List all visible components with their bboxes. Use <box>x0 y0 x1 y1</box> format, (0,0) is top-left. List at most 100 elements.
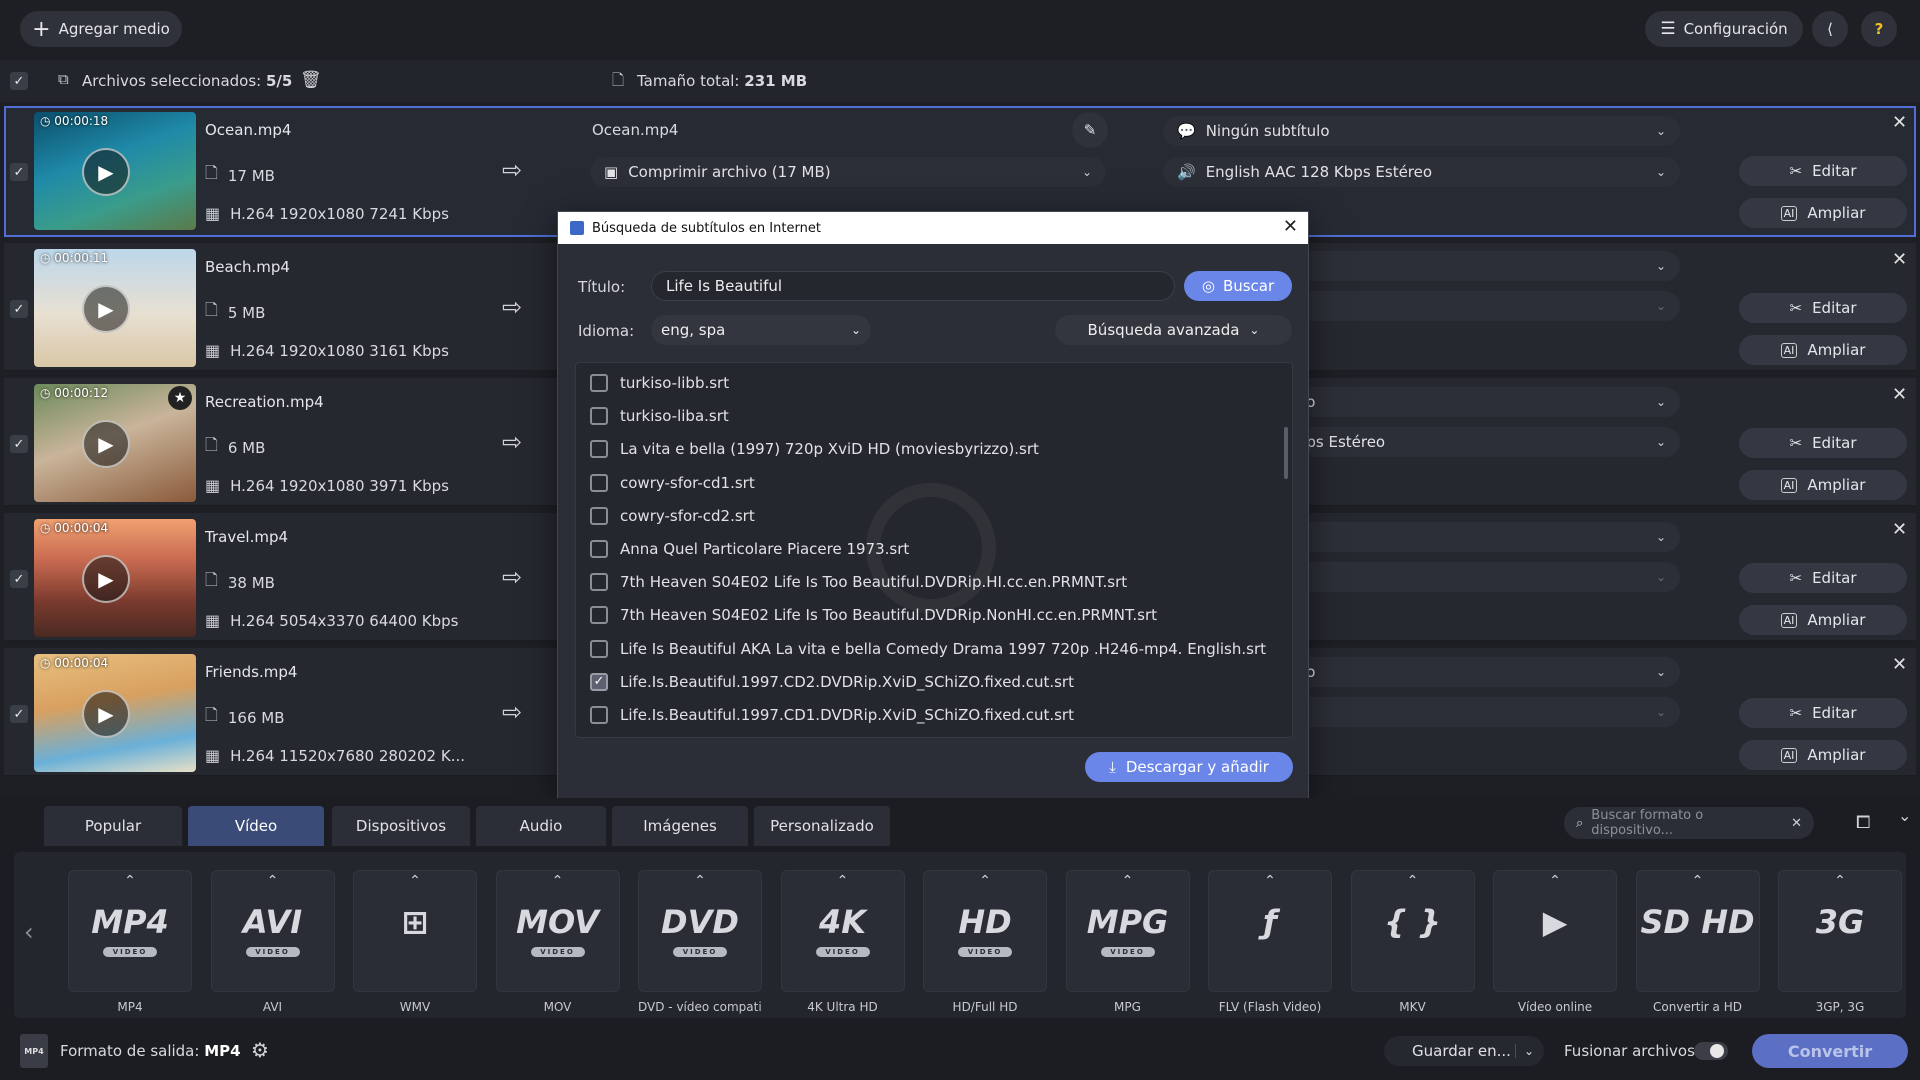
play-icon[interactable]: ▶ <box>82 555 130 603</box>
edit-button[interactable]: ✂ Editar <box>1739 563 1907 593</box>
remove-file-icon[interactable]: ✕ <box>1892 654 1907 675</box>
result-checkbox[interactable] <box>590 706 608 724</box>
format-tile[interactable]: ⌃ 4K VIDEO <box>780 870 905 992</box>
result-checkbox[interactable] <box>590 374 608 392</box>
format-tab[interactable]: Personalizado <box>754 806 890 846</box>
subtitle-result-item[interactable]: turkiso-liba.srt <box>590 404 729 428</box>
format-tile[interactable]: ⌃ ƒ <box>1208 870 1332 992</box>
share-button[interactable]: ⟨ <box>1812 11 1848 47</box>
play-icon[interactable]: ▶ <box>82 148 130 196</box>
file-checkbox[interactable]: ✓ <box>10 705 28 723</box>
format-tile[interactable]: ⌃ { } <box>1350 870 1475 992</box>
device-detect-icon[interactable]: ⧠ <box>1856 812 1870 833</box>
result-checkbox[interactable] <box>590 606 608 625</box>
format-tab[interactable]: Popular <box>44 806 182 846</box>
subtitle-result-item[interactable]: cowry-sfor-cd1.srt <box>590 471 755 495</box>
format-tab[interactable]: Vídeo <box>188 806 324 846</box>
subtitle-result-item[interactable]: La vita e bella (1997) 720p XviD HD (mov… <box>590 437 1039 461</box>
video-thumbnail[interactable]: ◷ 00:00:12 ▶ ★ <box>34 384 196 502</box>
format-tile[interactable]: ⌃ ▶ <box>1493 870 1617 992</box>
list-scrollbar[interactable] <box>1284 427 1288 479</box>
file-checkbox[interactable]: ✓ <box>10 300 28 318</box>
close-icon[interactable]: ✕ <box>1283 216 1298 237</box>
chevron-up-icon[interactable]: ⌃ <box>1209 873 1331 889</box>
subtitle-result-item[interactable]: turkiso-libb.srt <box>590 371 729 395</box>
format-tile[interactable]: ⌃ MOV VIDEO <box>495 870 620 992</box>
result-checkbox[interactable] <box>590 473 608 492</box>
chevron-up-icon[interactable]: ⌃ <box>782 873 904 889</box>
subtitle-result-item[interactable]: cowry-sfor-cd2.srt <box>590 504 755 528</box>
enlarge-button[interactable]: AI Ampliar <box>1739 740 1907 770</box>
remove-file-icon[interactable]: ✕ <box>1892 384 1907 405</box>
convert-button[interactable]: Convertir <box>1752 1034 1908 1068</box>
file-checkbox[interactable]: ✓ <box>10 435 28 453</box>
chevron-up-icon[interactable]: ⌃ <box>69 873 191 889</box>
result-checkbox[interactable] <box>590 440 608 459</box>
chevron-up-icon[interactable]: ⌃ <box>1067 873 1189 889</box>
format-search-input[interactable]: ⌕ Buscar formato o dispositivo... ✕ <box>1564 807 1814 839</box>
result-checkbox[interactable] <box>590 407 608 426</box>
enlarge-button[interactable]: AI Ampliar <box>1739 605 1907 635</box>
select-all-checkbox[interactable]: ✓ <box>10 72 28 90</box>
edit-button[interactable]: ✂ Editar <box>1739 156 1907 186</box>
scroll-left-icon[interactable]: ‹ <box>24 918 34 946</box>
format-tab[interactable]: Dispositivos <box>332 806 470 846</box>
audio-dropdown[interactable]: 🔊 English AAC 128 Kbps Estéreo ⌄ <box>1163 157 1680 187</box>
trash-icon[interactable]: 🗑 <box>300 70 322 90</box>
chevron-up-icon[interactable]: ⌃ <box>1779 873 1901 889</box>
rename-button[interactable]: ✎ <box>1072 112 1108 148</box>
format-tile[interactable]: ⌃ DVD VIDEO <box>638 870 762 992</box>
enlarge-button[interactable]: AI Ampliar <box>1739 335 1907 365</box>
format-tile[interactable]: ⌃ AVI VIDEO <box>210 870 335 992</box>
video-thumbnail[interactable]: ◷ 00:00:18 ▶ <box>34 112 196 230</box>
format-tile[interactable]: ⌃ HD VIDEO <box>923 870 1047 992</box>
download-add-button[interactable]: ⤓ Descargar y añadir <box>1085 752 1293 782</box>
advanced-search-button[interactable]: Búsqueda avanzada ⌄ <box>1055 315 1292 345</box>
edit-button[interactable]: ✂ Editar <box>1739 428 1907 458</box>
format-tile[interactable]: ⌃ MP4 VIDEO <box>68 870 192 992</box>
subtitle-result-item[interactable]: ✓ Life.Is.Beautiful.1997.CD2.DVDRip.XviD… <box>590 670 1074 694</box>
remove-file-icon[interactable]: ✕ <box>1892 249 1907 270</box>
video-thumbnail[interactable]: ◷ 00:00:11 ▶ <box>34 249 196 367</box>
settings-button[interactable]: ☰ Configuración <box>1645 11 1803 47</box>
play-icon[interactable]: ▶ <box>82 690 130 738</box>
remove-file-icon[interactable]: ✕ <box>1892 112 1907 133</box>
subtitle-result-item[interactable]: 7th Heaven S04E02 Life Is Too Beautiful.… <box>590 603 1157 627</box>
chevron-up-icon[interactable]: ⌃ <box>924 873 1046 889</box>
chevron-up-icon[interactable]: ⌃ <box>1352 873 1474 889</box>
result-checkbox[interactable] <box>590 573 608 592</box>
search-button[interactable]: ◎ Buscar <box>1184 271 1292 301</box>
language-dropdown[interactable]: eng, spa ⌄ <box>651 315 871 345</box>
add-media-button[interactable]: + Agregar medio <box>20 11 182 47</box>
result-checkbox[interactable] <box>590 639 608 658</box>
enlarge-button[interactable]: AI Ampliar <box>1739 470 1907 500</box>
play-icon[interactable]: ▶ <box>82 285 130 333</box>
subtitle-dropdown[interactable]: 💬 Ningún subtítulo ⌄ <box>1163 116 1680 146</box>
subtitle-result-item[interactable]: Life Is Beautiful AKA La vita e bella Co… <box>590 637 1266 661</box>
remove-file-icon[interactable]: ✕ <box>1892 519 1907 540</box>
format-tab[interactable]: Audio <box>476 806 606 846</box>
format-tile[interactable]: ⌃ SD HD <box>1635 870 1760 992</box>
edit-button[interactable]: ✂ Editar <box>1739 293 1907 323</box>
chevron-up-icon[interactable]: ⌃ <box>1637 873 1759 889</box>
subtitle-result-item[interactable]: 7th Heaven S04E02 Life Is Too Beautiful.… <box>590 570 1127 594</box>
result-checkbox[interactable] <box>590 540 608 558</box>
output-filename[interactable]: Ocean.mp4 <box>592 121 678 139</box>
star-icon[interactable]: ★ <box>168 386 192 410</box>
file-checkbox[interactable]: ✓ <box>10 163 28 181</box>
chevron-up-icon[interactable]: ⌃ <box>212 873 334 889</box>
chevron-up-icon[interactable]: ⌃ <box>497 873 619 889</box>
play-icon[interactable]: ▶ <box>82 420 130 468</box>
subtitle-result-item[interactable]: Anna Quel Particolare Piacere 1973.srt <box>590 537 909 561</box>
chevron-up-icon[interactable]: ⌃ <box>639 873 761 889</box>
format-tile[interactable]: ⌃ ⊞ <box>353 870 477 992</box>
format-tile[interactable]: ⌃ MPG VIDEO <box>1065 870 1190 992</box>
clear-icon[interactable]: ✕ <box>1791 816 1802 831</box>
output-settings-gear-icon[interactable]: ⚙ <box>251 1038 269 1062</box>
chevron-up-icon[interactable]: ⌃ <box>354 873 476 889</box>
save-in-dropdown[interactable]: Guardar en... ⌄ <box>1384 1036 1544 1066</box>
result-checkbox[interactable]: ✓ <box>590 672 608 691</box>
result-checkbox[interactable] <box>590 506 608 525</box>
format-tab[interactable]: Imágenes <box>612 806 748 846</box>
edit-button[interactable]: ✂ Editar <box>1739 698 1907 728</box>
